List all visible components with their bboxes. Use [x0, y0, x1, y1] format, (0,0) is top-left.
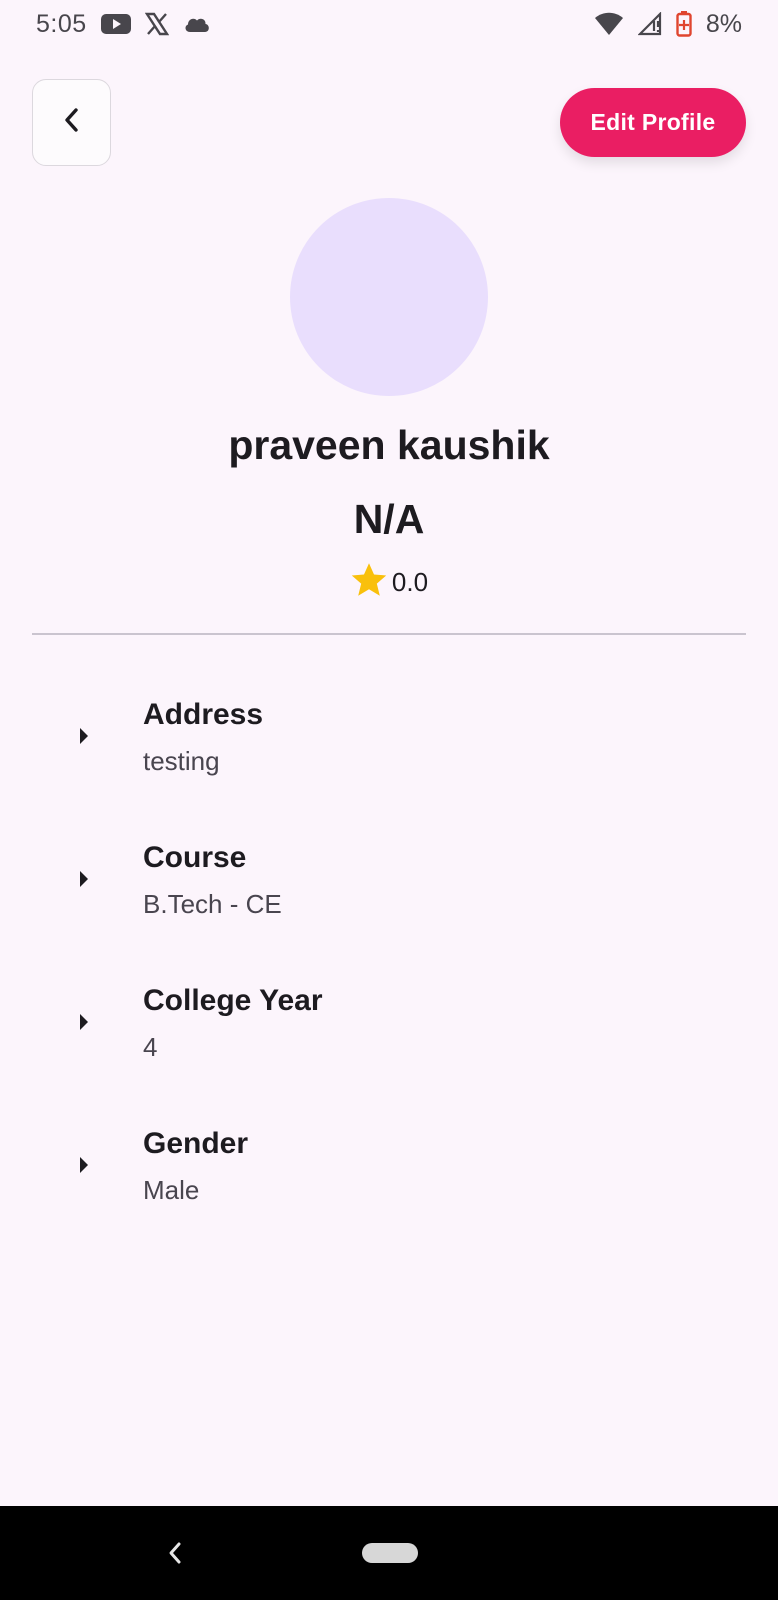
cloud-icon: [183, 15, 211, 33]
info-label: Course: [143, 841, 247, 874]
info-label: Gender: [143, 1127, 249, 1160]
battery-icon: [676, 11, 692, 37]
info-value: 4: [143, 1032, 158, 1062]
back-button[interactable]: [32, 79, 111, 166]
info-item-course: Course B.Tech - CE: [0, 833, 778, 976]
info-label: Address: [143, 698, 264, 731]
status-left: 5:05: [36, 10, 211, 39]
signal-icon: [637, 12, 662, 36]
info-value: testing: [143, 746, 220, 776]
caret-right-icon: [78, 869, 90, 889]
battery-percent: 8%: [705, 9, 742, 38]
chevron-left-icon: [62, 107, 82, 138]
system-nav-bar: [0, 1506, 778, 1600]
edit-profile-button[interactable]: Edit Profile: [560, 88, 746, 157]
info-item-gender: Gender Male: [0, 1119, 778, 1262]
info-label: College Year: [143, 984, 323, 1017]
divider: [32, 633, 746, 635]
rating-value: 0.0: [391, 567, 429, 597]
avatar: [290, 198, 488, 396]
x-icon: [144, 12, 169, 36]
status-right: 8%: [594, 10, 742, 39]
wifi-icon: [594, 12, 624, 36]
nav-back-icon[interactable]: [160, 1536, 190, 1570]
status-bar: 5:05 8%: [0, 0, 778, 48]
info-item-address: Address testing: [0, 690, 778, 833]
profile-name: praveen kaushik: [228, 422, 550, 468]
status-time: 5:05: [36, 9, 87, 38]
caret-right-icon: [78, 726, 90, 746]
nav-home-handle[interactable]: [362, 1543, 418, 1563]
caret-right-icon: [78, 1155, 90, 1175]
info-list: Address testing Course B.Tech - CE Colle…: [0, 690, 778, 1262]
star-icon: [350, 562, 388, 603]
caret-right-icon: [78, 1012, 90, 1032]
info-item-college-year: College Year 4: [0, 976, 778, 1119]
youtube-icon: [100, 13, 131, 35]
rating: 0.0: [0, 562, 778, 603]
profile-subtitle: N/A: [353, 496, 425, 542]
info-value: B.Tech - CE: [143, 889, 282, 919]
info-value: Male: [143, 1175, 200, 1205]
